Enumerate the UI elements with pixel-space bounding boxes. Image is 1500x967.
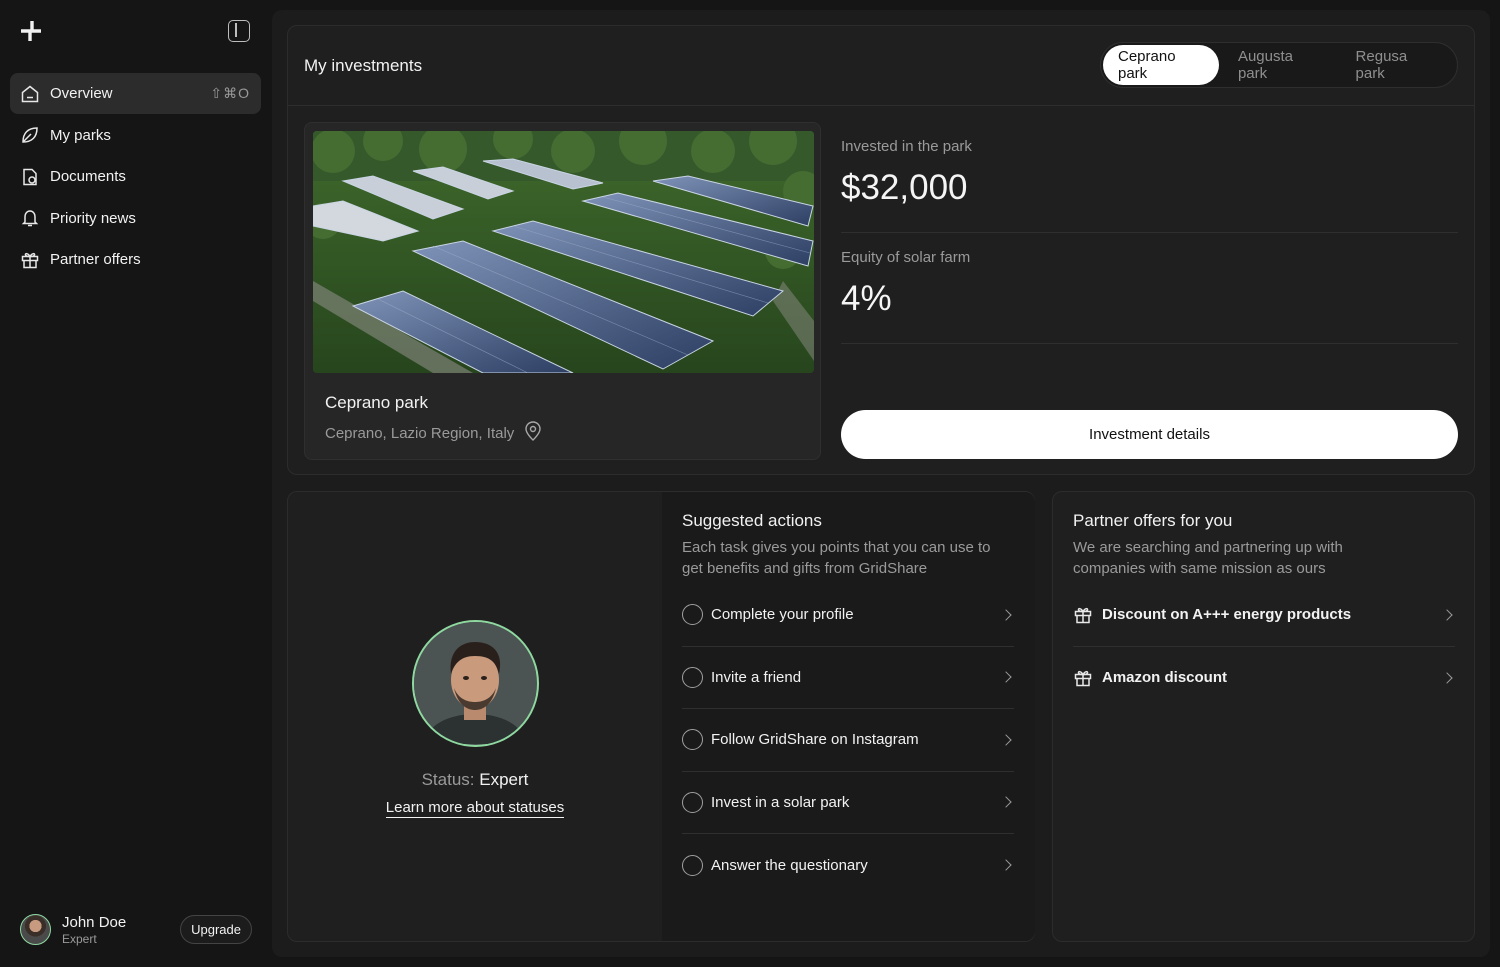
gift-icon <box>1073 668 1093 688</box>
action-item[interactable]: Answer the questionary <box>682 834 1014 897</box>
status-link-wrap: Learn more about statuses <box>288 799 662 818</box>
equity-stat: Equity of solar farm 4% <box>841 233 1458 344</box>
logo-icon[interactable] <box>20 20 42 42</box>
sidebar-nav: Overview ⇧⌘O My parks Documents Priority… <box>10 73 261 281</box>
offer-label: Discount on A+++ energy products <box>1102 606 1352 624</box>
chevron-right-icon <box>1000 796 1012 808</box>
solar-park-image <box>313 131 814 373</box>
suggested-title: Suggested actions <box>682 511 822 530</box>
bell-icon <box>20 208 40 228</box>
investments-header: My investments Ceprano park Augusta park… <box>288 26 1474 106</box>
checkbox-circle-icon[interactable] <box>682 666 703 688</box>
chevron-right-icon <box>1441 609 1453 621</box>
sidebar-item-overview[interactable]: Overview ⇧⌘O <box>10 73 261 114</box>
action-item[interactable]: Complete your profile <box>682 584 1014 647</box>
chevron-right-icon <box>1000 859 1012 871</box>
status-line: Status: Expert <box>288 770 662 790</box>
invested-stat: Invested in the park $32,000 <box>841 122 1458 233</box>
status-prefix: Status: <box>421 770 475 789</box>
stat-value: $32,000 <box>841 168 968 207</box>
sidebar-item-label: Priority news <box>50 209 136 227</box>
action-item[interactable]: Follow GridShare on Instagram <box>682 709 1014 772</box>
chevron-right-icon <box>1000 734 1012 746</box>
sidebar-item-label: My parks <box>50 126 111 144</box>
main-content: My investments Ceprano park Augusta park… <box>272 10 1490 957</box>
sidebar-item-label: Partner offers <box>50 251 141 269</box>
partners-title: Partner offers for you <box>1073 511 1233 530</box>
avatar <box>20 914 51 945</box>
offer-label: Amazon discount <box>1102 669 1228 687</box>
park-name: Ceprano park <box>325 393 429 412</box>
user-role: Expert <box>62 932 97 946</box>
status-suggested-card: Status: Expert Learn more about statuses… <box>287 491 1035 942</box>
investment-details-button[interactable]: Investment details <box>841 410 1458 459</box>
action-label: Complete your profile <box>711 606 854 624</box>
park-location-text: Ceprano, Lazio Region, Italy <box>325 424 515 442</box>
action-label: Follow GridShare on Instagram <box>711 731 919 749</box>
status-panel: Status: Expert Learn more about statuses <box>288 492 662 941</box>
sidebar-item-documents[interactable]: Documents <box>10 156 261 197</box>
location-pin-icon[interactable] <box>524 421 542 445</box>
chevron-right-icon <box>1000 671 1012 683</box>
action-label: Answer the questionary <box>711 856 868 874</box>
offer-item[interactable]: Discount on A+++ energy products <box>1073 584 1455 647</box>
user-name: John Doe <box>62 914 127 931</box>
learn-more-statuses-link[interactable]: Learn more about statuses <box>385 799 565 818</box>
stat-label: Invested in the park <box>841 138 972 155</box>
shortcut-hint: ⇧⌘O <box>210 85 250 101</box>
park-location: Ceprano, Lazio Region, Italy <box>325 421 542 445</box>
suggested-subtitle: Each task gives you points that you can … <box>682 539 991 577</box>
upgrade-button[interactable]: Upgrade <box>180 915 252 944</box>
sidebar-toggle-icon[interactable] <box>228 20 250 42</box>
gift-icon <box>20 250 40 270</box>
user-profile[interactable]: John Doe Expert Upgrade <box>20 913 252 947</box>
avatar <box>412 620 539 747</box>
suggested-actions-panel: Suggested actions Each task gives you po… <box>662 492 1035 941</box>
partner-offers-card: Partner offers for you We are searching … <box>1052 491 1475 942</box>
chevron-right-icon <box>1000 609 1012 621</box>
sidebar-item-label: Documents <box>50 168 126 186</box>
investment-stats: Invested in the park $32,000 Equity of s… <box>841 122 1458 344</box>
action-label: Invite a friend <box>711 668 802 686</box>
checkbox-circle-icon[interactable] <box>682 854 703 876</box>
investments-card: My investments Ceprano park Augusta park… <box>287 25 1475 475</box>
action-item[interactable]: Invest in a solar park <box>682 772 1014 834</box>
partners-subtitle: We are searching and partnering up with … <box>1073 539 1343 577</box>
checkbox-circle-icon[interactable] <box>682 604 703 626</box>
sidebar-item-label: Overview <box>50 85 113 102</box>
offer-list: Discount on A+++ energy products Amazon … <box>1073 584 1455 709</box>
checkbox-circle-icon[interactable] <box>682 729 703 751</box>
sidebar-item-priority-news[interactable]: Priority news <box>10 198 261 239</box>
gift-icon <box>1073 605 1093 625</box>
sidebar: Overview ⇧⌘O My parks Documents Priority… <box>0 0 272 967</box>
action-item[interactable]: Invite a friend <box>682 647 1014 709</box>
investments-title: My investments <box>304 56 423 75</box>
action-label: Invest in a solar park <box>711 793 850 811</box>
tab-augusta-park[interactable]: Augusta park <box>1223 45 1337 85</box>
park-tabs: Ceprano park Augusta park Regusa park <box>1100 42 1458 88</box>
sidebar-item-my-parks[interactable]: My parks <box>10 115 261 156</box>
park-card[interactable]: Ceprano park Ceprano, Lazio Region, Ital… <box>304 122 821 460</box>
offer-item[interactable]: Amazon discount <box>1073 647 1455 710</box>
action-list: Complete your profile Invite a friend Fo… <box>682 584 1014 897</box>
status-value: Expert <box>479 770 529 789</box>
stat-label: Equity of solar farm <box>841 249 971 266</box>
chevron-right-icon <box>1441 672 1453 684</box>
checkbox-circle-icon[interactable] <box>682 791 703 813</box>
document-icon <box>20 167 40 187</box>
sidebar-item-partner-offers[interactable]: Partner offers <box>10 239 261 280</box>
home-icon <box>20 84 40 104</box>
tab-regusa-park[interactable]: Regusa park <box>1341 45 1451 85</box>
tab-ceprano-park[interactable]: Ceprano park <box>1103 45 1219 85</box>
leaf-icon <box>20 125 40 145</box>
stat-value: 4% <box>841 279 892 318</box>
